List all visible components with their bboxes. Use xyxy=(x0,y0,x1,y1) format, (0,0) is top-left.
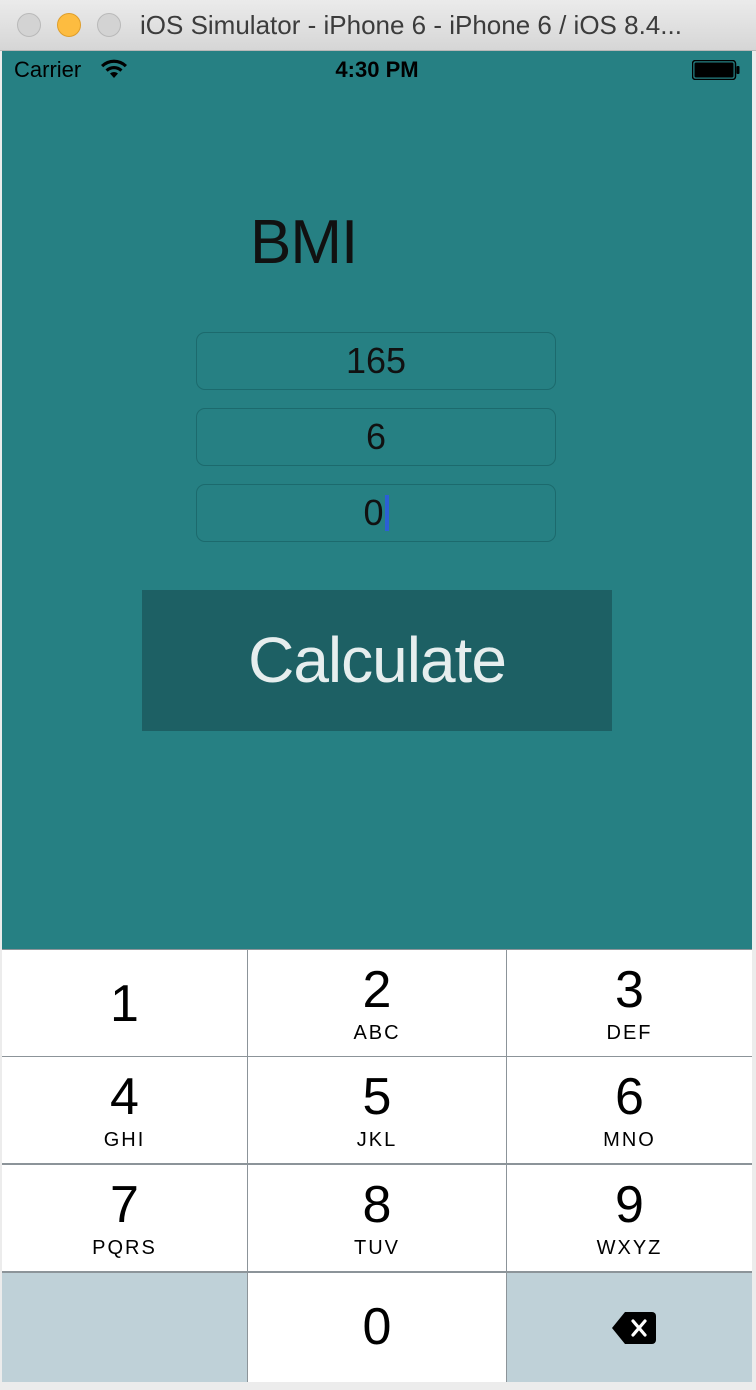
key-4[interactable]: 4 GHI xyxy=(2,1057,247,1163)
app-title: BMI xyxy=(250,208,358,277)
text-cursor xyxy=(384,495,389,532)
key-letters: GHI xyxy=(103,1129,146,1151)
key-7[interactable]: 7 PQRS xyxy=(2,1165,247,1271)
delete-key[interactable] xyxy=(507,1273,752,1382)
key-letters: ABC xyxy=(353,1022,401,1044)
height-inches-field[interactable]: 0 xyxy=(196,484,556,542)
key-letters: MNO xyxy=(603,1129,656,1151)
key-3[interactable]: 3 DEF xyxy=(507,950,752,1056)
key-digit: 5 xyxy=(362,1068,392,1126)
calculate-button[interactable]: Calculate xyxy=(142,590,612,731)
key-digit: 6 xyxy=(615,1068,644,1126)
height-feet-field-value: 6 xyxy=(365,416,387,457)
key-blank xyxy=(2,1273,247,1382)
key-5[interactable]: 5 JKL xyxy=(248,1057,506,1163)
weight-field[interactable]: 165 xyxy=(196,332,556,390)
height-feet-field[interactable]: 6 xyxy=(196,408,556,466)
key-digit: 0 xyxy=(362,1298,392,1356)
weight-field-value: 165 xyxy=(345,340,407,381)
key-6[interactable]: 6 MNO xyxy=(507,1057,752,1163)
key-1[interactable]: 1 xyxy=(2,950,247,1056)
key-digit: 2 xyxy=(362,961,392,1019)
key-letters: TUV xyxy=(354,1237,400,1259)
key-digit: 3 xyxy=(615,961,644,1019)
key-letters: WXYZ xyxy=(596,1237,663,1259)
window-title: iOS Simulator - iPhone 6 - iPhone 6 / iO… xyxy=(140,10,682,40)
key-digit: 9 xyxy=(615,1176,644,1234)
key-letters: DEF xyxy=(606,1022,653,1044)
zoom-window-button[interactable] xyxy=(97,13,121,37)
backspace-icon xyxy=(612,1312,656,1344)
key-2[interactable]: 2 ABC xyxy=(248,950,506,1056)
simulator-window: iOS Simulator - iPhone 6 - iPhone 6 / iO… xyxy=(0,0,756,1390)
key-digit: 4 xyxy=(110,1068,139,1126)
key-0[interactable]: 0 xyxy=(248,1273,506,1382)
number-keypad: 1 2 ABC 3 DEF 4 GHI 5 JKL 6 MNO 7 PQRS 8… xyxy=(2,949,752,1382)
height-inches-field-value: 0 xyxy=(363,492,384,533)
key-letters: PQRS xyxy=(92,1237,157,1259)
battery-icon xyxy=(692,60,740,80)
key-digit: 8 xyxy=(362,1176,392,1234)
key-letters: JKL xyxy=(356,1129,398,1151)
key-digit: 7 xyxy=(110,1176,139,1234)
key-9[interactable]: 9 WXYZ xyxy=(507,1165,752,1271)
minimize-window-button[interactable] xyxy=(57,13,81,37)
status-bar: Carrier 4:30 PM xyxy=(2,51,752,89)
status-time: 4:30 PM xyxy=(335,57,419,82)
close-window-button[interactable] xyxy=(17,13,41,37)
key-8[interactable]: 8 TUV xyxy=(248,1165,506,1271)
key-digit: 1 xyxy=(110,975,139,1033)
window-title-bar[interactable]: iOS Simulator - iPhone 6 - iPhone 6 / iO… xyxy=(0,0,756,51)
device-screen: Carrier 4:30 PM BMI 165 6 0 Calculate 1 … xyxy=(2,51,752,1382)
